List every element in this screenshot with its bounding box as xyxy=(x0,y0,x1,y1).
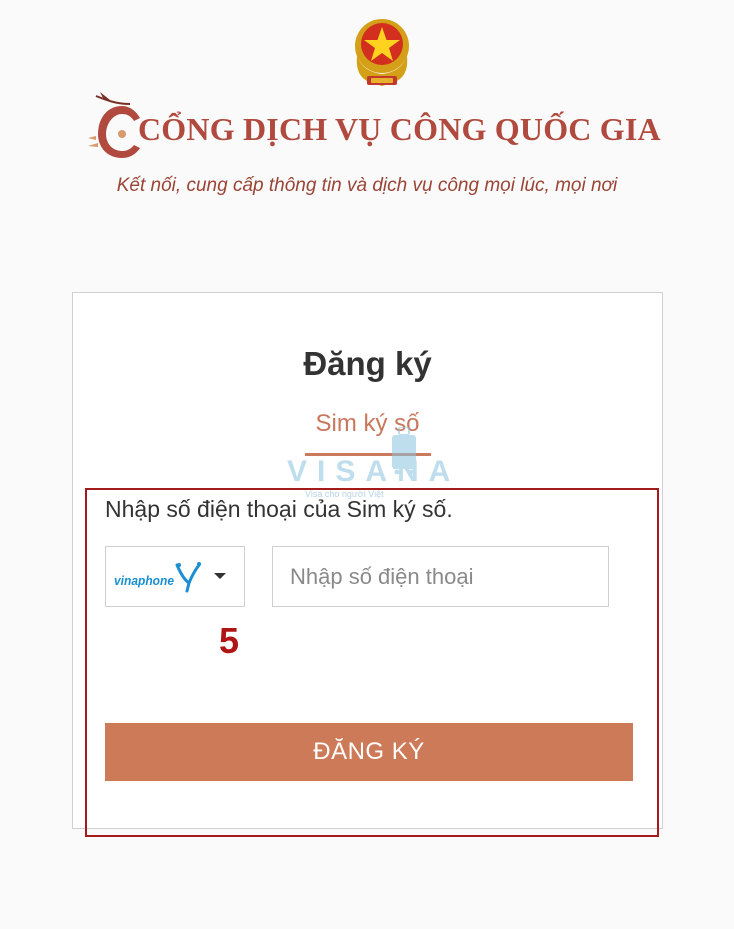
watermark-text: VISANA xyxy=(287,455,461,488)
portal-header: CỔNG DỊCH VỤ CÔNG QUỐC GIA xyxy=(86,88,686,164)
carrier-select[interactable]: vinaphone xyxy=(105,546,245,607)
register-button[interactable]: ĐĂNG KÝ xyxy=(105,723,633,781)
chevron-down-icon xyxy=(214,573,226,579)
vinaphone-logo-icon: vinaphone xyxy=(114,562,201,593)
national-emblem-icon xyxy=(355,19,409,86)
instruction-text: Nhập số điện thoại của Sim ký số. xyxy=(105,496,453,522)
site-title: CỔNG DỊCH VỤ CÔNG QUỐC GIA xyxy=(138,111,661,147)
highlight-box xyxy=(85,488,659,837)
phone-number-input[interactable] xyxy=(272,546,609,607)
form-title: Đăng ký xyxy=(303,345,432,382)
tagline: Kết nối, cung cấp thông tin và dịch vụ c… xyxy=(116,175,618,196)
step-number-label: 5 xyxy=(219,620,240,661)
svg-text:vinaphone: vinaphone xyxy=(114,573,174,588)
